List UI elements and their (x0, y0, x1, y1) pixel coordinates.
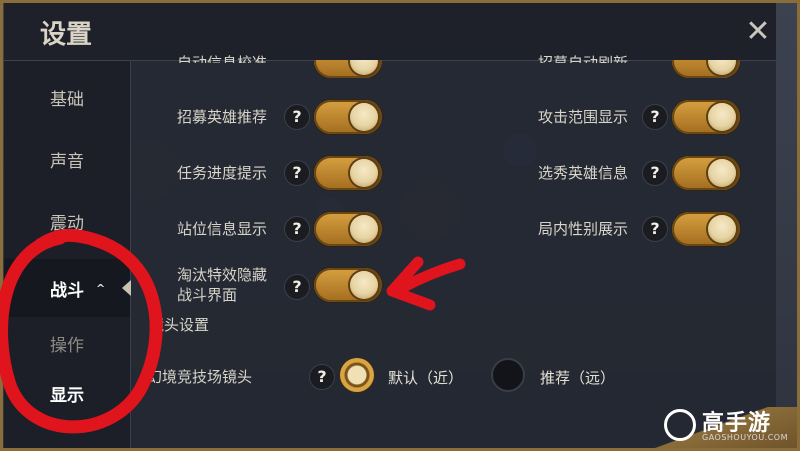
sidebar-item-sound[interactable]: 声音 (4, 139, 130, 179)
setting-label-attack-range: 攻击范围显示 (538, 108, 629, 126)
help-icon[interactable]: ? (642, 160, 668, 186)
label-line-1: 淘汰特效隐藏 (177, 266, 268, 284)
help-icon[interactable]: ? (309, 364, 335, 390)
help-icon[interactable]: ? (284, 274, 310, 300)
toggle-knob (350, 215, 378, 243)
page-title: 设置 (40, 20, 93, 50)
help-icon[interactable]: ? (284, 160, 310, 186)
radio-camera-default[interactable] (340, 358, 374, 392)
sidebar-item-vibration[interactable]: 震动 (4, 201, 130, 241)
setting-label-recruit-hero: 招募英雄推荐 (177, 108, 268, 126)
partial-setting-label: 自动信息校准 (177, 54, 268, 63)
sidebar-item-label: 操作 (50, 335, 84, 356)
help-icon[interactable]: ? (284, 104, 310, 130)
logo-mark-icon (664, 409, 696, 441)
toggle-position-info[interactable] (314, 212, 382, 246)
toggle-gender-display[interactable] (672, 212, 740, 246)
radio-camera-recommended[interactable] (491, 358, 525, 392)
title-bar: 设置 ✕ (4, 0, 776, 61)
label-line-2: 战斗界面 (177, 286, 238, 304)
setting-label-arena-camera: 幻境竞技场镜头 (147, 368, 253, 386)
sidebar-item-label: 声音 (50, 151, 84, 172)
toggle-knob (708, 103, 736, 131)
help-icon[interactable]: ? (284, 216, 310, 242)
sidebar-item-controls[interactable]: 操作 (4, 323, 130, 363)
toggle-knob (350, 103, 378, 131)
toggle-attack-range[interactable] (672, 100, 740, 134)
radio-label-default: 默认（近） (388, 369, 464, 387)
section-title-camera: 镜头设置 (149, 316, 210, 334)
chevron-up-icon: ^ (96, 281, 106, 295)
help-icon[interactable]: ? (642, 104, 668, 130)
close-button[interactable]: ✕ (740, 14, 776, 50)
setting-label-gender-display: 局内性别展示 (538, 220, 629, 238)
toggle-elimination-effect[interactable] (314, 268, 382, 302)
selection-pointer-icon (122, 280, 131, 296)
help-icon[interactable]: ? (642, 216, 668, 242)
sidebar-item-label: 显示 (50, 385, 84, 406)
settings-panel: 设置 ✕ 基础 声音 震动 战斗 ^ 操作 显示 自动信息校准 招募自动刷新 招… (4, 0, 776, 451)
sidebar-item-label: 震动 (50, 213, 84, 234)
toggle-task-progress[interactable] (314, 156, 382, 190)
toggle-knob (350, 159, 378, 187)
sidebar-item-basic[interactable]: 基础 (4, 77, 130, 117)
setting-label-draft-hero: 选秀英雄信息 (538, 164, 629, 182)
toggle-draft-hero[interactable] (672, 156, 740, 190)
toggle-recruit-hero[interactable] (314, 100, 382, 134)
sidebar: 基础 声音 震动 战斗 ^ 操作 显示 (4, 61, 131, 451)
toggle-knob (708, 159, 736, 187)
sidebar-item-display[interactable]: 显示 (4, 373, 130, 413)
radio-label-recommended: 推荐（远） (540, 369, 616, 387)
setting-label-position-info: 站位信息显示 (177, 220, 268, 238)
sidebar-item-label: 基础 (50, 89, 84, 110)
setting-label-task-progress: 任务进度提示 (177, 164, 268, 182)
setting-label-elimination-effect: 淘汰特效隐藏 战斗界面 (177, 265, 267, 305)
sidebar-item-battle[interactable]: 战斗 ^ (4, 259, 131, 317)
toggle-knob (350, 271, 378, 299)
watermark-logo: 高手游 GAOSHOUYOU.COM (662, 405, 792, 447)
sidebar-item-label: 战斗 (50, 280, 84, 301)
toggle-knob (708, 215, 736, 243)
partial-setting-label: 招募自动刷新 (538, 54, 629, 63)
watermark-url: GAOSHOUYOU.COM (702, 433, 789, 442)
